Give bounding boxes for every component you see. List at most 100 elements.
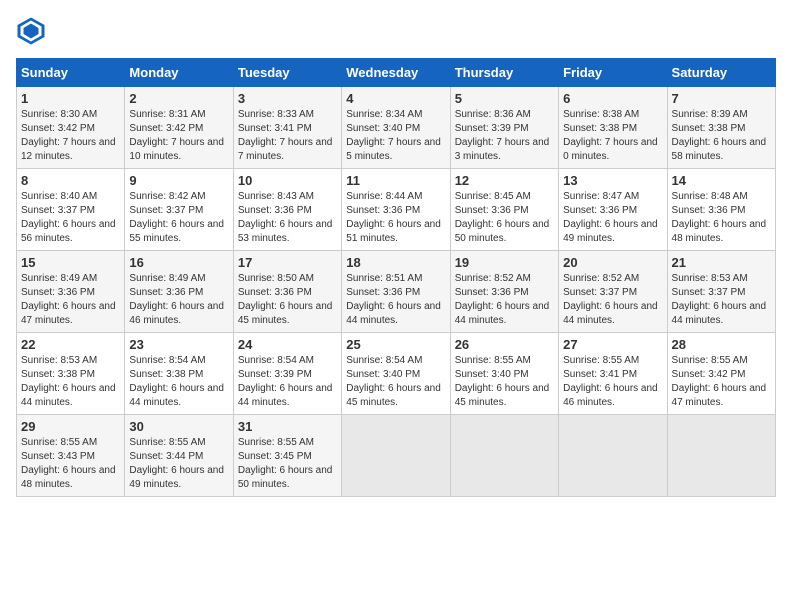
day-number: 7 [672, 91, 771, 106]
calendar-cell: 6 Sunrise: 8:38 AM Sunset: 3:38 PM Daylig… [559, 87, 667, 169]
calendar-cell: 28 Sunrise: 8:55 AM Sunset: 3:42 PM Dayli… [667, 333, 775, 415]
calendar-cell: 16 Sunrise: 8:49 AM Sunset: 3:36 PM Dayli… [125, 251, 233, 333]
calendar-cell: 3 Sunrise: 8:33 AM Sunset: 3:41 PM Daylig… [233, 87, 341, 169]
calendar-cell [342, 415, 450, 497]
calendar-table: SundayMondayTuesdayWednesdayThursdayFrid… [16, 58, 776, 497]
calendar-cell: 8 Sunrise: 8:40 AM Sunset: 3:37 PM Daylig… [17, 169, 125, 251]
calendar-cell: 9 Sunrise: 8:42 AM Sunset: 3:37 PM Daylig… [125, 169, 233, 251]
day-number: 21 [672, 255, 771, 270]
day-info: Sunrise: 8:49 AM Sunset: 3:36 PM Dayligh… [129, 272, 228, 328]
calendar-cell: 4 Sunrise: 8:34 AM Sunset: 3:40 PM Daylig… [342, 87, 450, 169]
calendar-cell [559, 415, 667, 497]
day-number: 4 [346, 91, 445, 106]
weekday-row: SundayMondayTuesdayWednesdayThursdayFrid… [17, 59, 776, 87]
day-number: 2 [129, 91, 228, 106]
day-info: Sunrise: 8:39 AM Sunset: 3:38 PM Dayligh… [672, 108, 771, 164]
day-info: Sunrise: 8:30 AM Sunset: 3:42 PM Dayligh… [21, 108, 120, 164]
weekday-header: Sunday [17, 59, 125, 87]
calendar-cell: 18Sunrise: 8:51 AM Sunset: 3:36 PM Dayli… [342, 251, 450, 333]
day-info: Sunrise: 8:47 AM Sunset: 3:36 PM Dayligh… [563, 190, 662, 246]
day-number: 30 [129, 419, 228, 434]
day-info: Sunrise: 8:54 AM Sunset: 3:39 PM Dayligh… [238, 354, 337, 410]
day-info: Sunrise: 8:48 AM Sunset: 3:36 PM Dayligh… [672, 190, 771, 246]
calendar-cell [450, 415, 558, 497]
day-info: Sunrise: 8:50 AM Sunset: 3:36 PM Dayligh… [238, 272, 337, 328]
day-number: 14 [672, 173, 771, 188]
weekday-header: Saturday [667, 59, 775, 87]
day-number: 29 [21, 419, 120, 434]
day-number: 23 [129, 337, 228, 352]
calendar-week-row: 1 Sunrise: 8:30 AM Sunset: 3:42 PM Daylig… [17, 87, 776, 169]
day-info: Sunrise: 8:54 AM Sunset: 3:38 PM Dayligh… [129, 354, 228, 410]
calendar-cell: 14 Sunrise: 8:48 AM Sunset: 3:36 PM Dayli… [667, 169, 775, 251]
day-number: 6 [563, 91, 662, 106]
calendar-cell: 25 Sunrise: 8:54 AM Sunset: 3:40 PM Dayli… [342, 333, 450, 415]
day-info: Sunrise: 8:52 AM Sunset: 3:37 PM Dayligh… [563, 272, 662, 328]
day-info: Sunrise: 8:52 AM Sunset: 3:36 PM Dayligh… [455, 272, 554, 328]
weekday-header: Tuesday [233, 59, 341, 87]
calendar-cell: 15Sunrise: 8:49 AM Sunset: 3:36 PM Dayli… [17, 251, 125, 333]
calendar-cell: 23 Sunrise: 8:54 AM Sunset: 3:38 PM Dayli… [125, 333, 233, 415]
day-number: 1 [21, 91, 120, 106]
day-number: 8 [21, 173, 120, 188]
calendar-cell: 12Sunrise: 8:45 AM Sunset: 3:36 PM Dayli… [450, 169, 558, 251]
logo-icon [16, 16, 46, 46]
day-info: Sunrise: 8:38 AM Sunset: 3:38 PM Dayligh… [563, 108, 662, 164]
calendar-cell: 13 Sunrise: 8:47 AM Sunset: 3:36 PM Dayli… [559, 169, 667, 251]
calendar-cell: 20 Sunrise: 8:52 AM Sunset: 3:37 PM Dayli… [559, 251, 667, 333]
day-info: Sunrise: 8:55 AM Sunset: 3:40 PM Dayligh… [455, 354, 554, 410]
day-number: 31 [238, 419, 337, 434]
day-info: Sunrise: 8:53 AM Sunset: 3:37 PM Dayligh… [672, 272, 771, 328]
day-number: 3 [238, 91, 337, 106]
day-number: 25 [346, 337, 445, 352]
day-number: 24 [238, 337, 337, 352]
calendar-week-row: 29 Sunrise: 8:55 AM Sunset: 3:43 PM Dayli… [17, 415, 776, 497]
calendar-header: SundayMondayTuesdayWednesdayThursdayFrid… [17, 59, 776, 87]
weekday-header: Thursday [450, 59, 558, 87]
day-info: Sunrise: 8:55 AM Sunset: 3:43 PM Dayligh… [21, 436, 120, 492]
calendar-cell: 17 Sunrise: 8:50 AM Sunset: 3:36 PM Dayli… [233, 251, 341, 333]
calendar-cell: 29 Sunrise: 8:55 AM Sunset: 3:43 PM Dayli… [17, 415, 125, 497]
day-number: 10 [238, 173, 337, 188]
day-number: 12 [455, 173, 554, 188]
calendar-week-row: 22 Sunrise: 8:53 AM Sunset: 3:38 PM Dayli… [17, 333, 776, 415]
day-info: Sunrise: 8:53 AM Sunset: 3:38 PM Dayligh… [21, 354, 120, 410]
calendar-cell: 30 Sunrise: 8:55 AM Sunset: 3:44 PM Dayli… [125, 415, 233, 497]
calendar-week-row: 15 Sunrise: 8:49 AM Sunset: 3:36 PM Dayli… [17, 251, 776, 333]
day-info: Sunrise: 8:55 AM Sunset: 3:45 PM Dayligh… [238, 436, 337, 492]
calendar-cell: 26 Sunrise: 8:55 AM Sunset: 3:40 PM Dayli… [450, 333, 558, 415]
calendar-cell: 11Sunrise: 8:44 AM Sunset: 3:36 PM Dayli… [342, 169, 450, 251]
calendar-cell: 2Sunrise: 8:31 AM Sunset: 3:42 PM Daylig… [125, 87, 233, 169]
calendar-cell: 5Sunrise: 8:36 AM Sunset: 3:39 PM Daylig… [450, 87, 558, 169]
day-info: Sunrise: 8:42 AM Sunset: 3:37 PM Dayligh… [129, 190, 228, 246]
day-number: 26 [455, 337, 554, 352]
calendar-cell: 27Sunrise: 8:55 AM Sunset: 3:41 PM Dayli… [559, 333, 667, 415]
calendar-week-row: 8 Sunrise: 8:40 AM Sunset: 3:37 PM Daylig… [17, 169, 776, 251]
weekday-header: Friday [559, 59, 667, 87]
day-number: 18 [346, 255, 445, 270]
calendar-cell: 7 Sunrise: 8:39 AM Sunset: 3:38 PM Daylig… [667, 87, 775, 169]
day-number: 9 [129, 173, 228, 188]
weekday-header: Monday [125, 59, 233, 87]
day-number: 13 [563, 173, 662, 188]
day-info: Sunrise: 8:55 AM Sunset: 3:42 PM Dayligh… [672, 354, 771, 410]
day-number: 11 [346, 173, 445, 188]
day-info: Sunrise: 8:55 AM Sunset: 3:44 PM Dayligh… [129, 436, 228, 492]
day-info: Sunrise: 8:40 AM Sunset: 3:37 PM Dayligh… [21, 190, 120, 246]
calendar-body: 1 Sunrise: 8:30 AM Sunset: 3:42 PM Daylig… [17, 87, 776, 497]
calendar-cell: 10Sunrise: 8:43 AM Sunset: 3:36 PM Dayli… [233, 169, 341, 251]
day-number: 22 [21, 337, 120, 352]
calendar-cell: 31 Sunrise: 8:55 AM Sunset: 3:45 PM Dayli… [233, 415, 341, 497]
day-number: 5 [455, 91, 554, 106]
day-info: Sunrise: 8:33 AM Sunset: 3:41 PM Dayligh… [238, 108, 337, 164]
day-info: Sunrise: 8:34 AM Sunset: 3:40 PM Dayligh… [346, 108, 445, 164]
day-number: 15 [21, 255, 120, 270]
day-number: 16 [129, 255, 228, 270]
day-info: Sunrise: 8:54 AM Sunset: 3:40 PM Dayligh… [346, 354, 445, 410]
day-number: 20 [563, 255, 662, 270]
calendar-cell [667, 415, 775, 497]
weekday-header: Wednesday [342, 59, 450, 87]
day-number: 28 [672, 337, 771, 352]
calendar-cell: 24 Sunrise: 8:54 AM Sunset: 3:39 PM Dayli… [233, 333, 341, 415]
day-number: 17 [238, 255, 337, 270]
